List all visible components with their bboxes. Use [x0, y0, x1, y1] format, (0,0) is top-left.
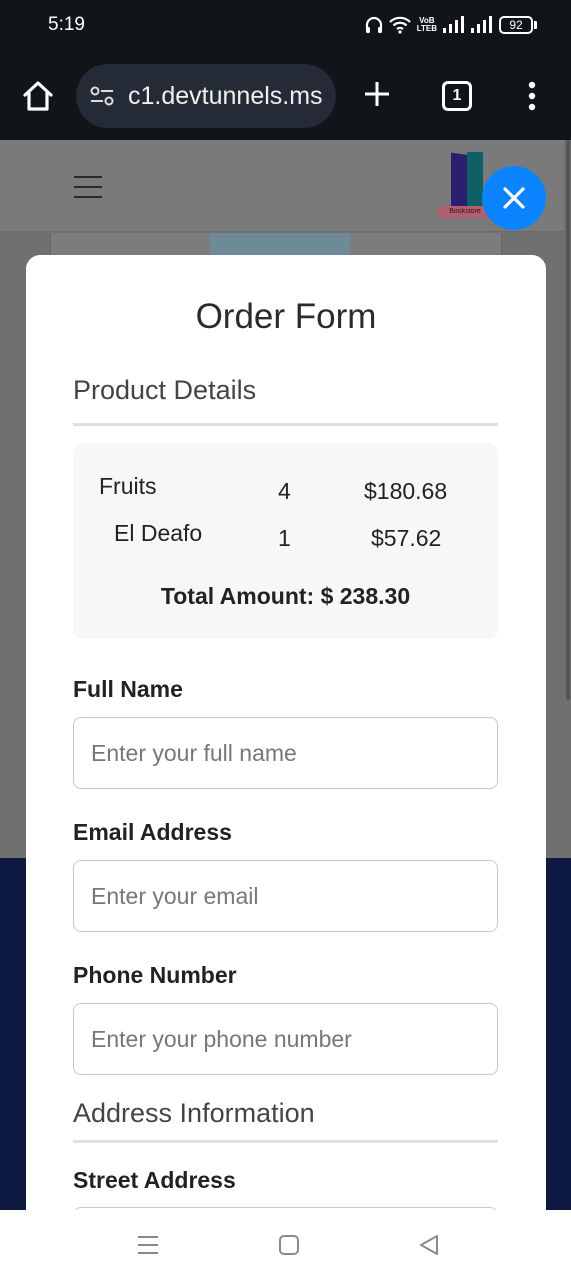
- product-summary: Fruits 4 $180.68 El Deafo 1 $57.62 Total…: [73, 443, 498, 639]
- recents-icon[interactable]: [137, 1234, 159, 1261]
- volte-icon: VoB LTEB: [417, 17, 437, 33]
- product-price: $57.62: [371, 525, 442, 551]
- hamburger-menu-icon[interactable]: [74, 176, 102, 198]
- battery-level: 92: [499, 16, 533, 34]
- more-vert-icon[interactable]: [520, 80, 544, 112]
- product-details-heading: Product Details: [73, 375, 257, 405]
- headphones-icon: [365, 16, 383, 34]
- total-amount: Total Amount: $ 238.30: [160, 583, 411, 609]
- section-divider: [73, 423, 498, 426]
- site-header: Bookstore: [0, 140, 564, 232]
- home-square-icon[interactable]: [278, 1234, 300, 1261]
- phone-input[interactable]: [73, 1003, 498, 1075]
- email-label: Email Address: [73, 819, 232, 845]
- browser-toolbar: c1.devtunnels.ms 1: [0, 52, 571, 140]
- url-bar[interactable]: c1.devtunnels.ms: [76, 64, 336, 128]
- street-address-label: Street Address: [73, 1167, 236, 1193]
- order-form-modal: Order Form Product Details Fruits 4 $180…: [26, 255, 546, 1267]
- close-icon: [503, 187, 525, 209]
- back-triangle-icon[interactable]: [418, 1234, 440, 1261]
- product-name: Fruits: [99, 473, 157, 499]
- status-icons: VoB LTEB 92: [365, 14, 537, 36]
- full-name-label: Full Name: [73, 676, 183, 702]
- tab-count: 1: [452, 87, 462, 104]
- close-modal-button[interactable]: [482, 166, 546, 230]
- tabs-icon[interactable]: 1: [442, 81, 472, 111]
- product-name: El Deafo: [114, 520, 203, 546]
- status-bar: 5:19 VoB LTEB 92: [0, 0, 571, 52]
- status-time: 5:19: [48, 14, 85, 35]
- site-settings-icon[interactable]: [90, 86, 114, 106]
- page-scrollbar[interactable]: [566, 140, 570, 700]
- system-nav-bar: [0, 1210, 571, 1280]
- product-qty: 4: [278, 478, 291, 504]
- wifi-icon: [388, 16, 411, 34]
- product-qty: 1: [278, 525, 291, 551]
- section-divider: [73, 1140, 498, 1143]
- battery-icon: 92: [499, 16, 537, 34]
- url-text: c1.devtunnels.ms: [128, 82, 323, 110]
- phone-label: Phone Number: [73, 962, 237, 988]
- home-icon[interactable]: [20, 78, 56, 114]
- modal-title: Order Form: [195, 297, 377, 336]
- full-name-input[interactable]: [73, 717, 498, 789]
- product-price: $180.68: [364, 478, 448, 504]
- plus-icon[interactable]: [362, 79, 392, 109]
- signal-icon: [471, 16, 493, 34]
- address-information-heading: Address Information: [73, 1098, 315, 1128]
- signal-icon: [443, 16, 465, 34]
- email-input[interactable]: [73, 860, 498, 932]
- volte-label-bottom: LTEB: [416, 24, 437, 33]
